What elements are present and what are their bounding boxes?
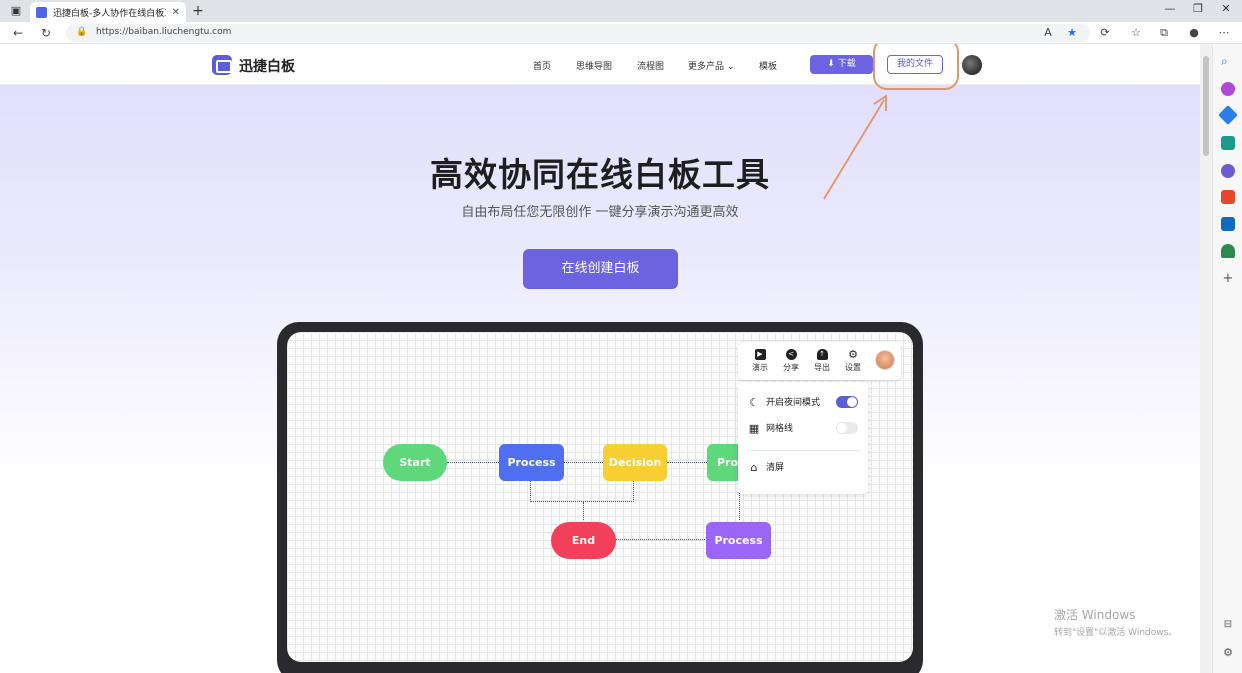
gear-icon: ⚙ — [848, 348, 858, 361]
url-text: https://baiban.liuchengtu.com — [96, 27, 232, 37]
flow-node-process[interactable]: Process — [499, 444, 564, 481]
share-icon: < — [785, 349, 797, 360]
grid-row[interactable]: ▦ 网格线 — [748, 421, 793, 435]
grid-toggle[interactable] — [836, 422, 858, 434]
search-icon[interactable]: ⌕ — [1221, 54, 1235, 68]
watermark-line2: 转到"设置"以激活 Windows。 — [1054, 628, 1178, 638]
close-tab-icon[interactable]: ✕ — [172, 7, 180, 18]
collections-icon[interactable]: ⧉ — [1156, 25, 1172, 41]
broom-icon: ⌂ — [750, 460, 758, 474]
clear-label: 清屏 — [766, 463, 785, 473]
webpage: 迅捷白板 首页 思维导图 流程图 更多产品 ⌄ 模板 ⬇ 下载 我的文件 高效协… — [0, 44, 1200, 673]
night-mode-label: 开启夜间模式 — [766, 398, 821, 408]
gear-icon[interactable]: ⚙ — [1221, 646, 1235, 660]
site-favicon-icon — [36, 6, 47, 18]
lock-icon: 🔒 — [76, 27, 88, 37]
collaborator-avatar[interactable] — [875, 350, 895, 370]
play-icon: ▶ — [754, 349, 766, 360]
scrollbar-thumb[interactable] — [1203, 56, 1209, 156]
share-button[interactable]: < 分享 — [778, 349, 804, 373]
grid-label: 网格线 — [766, 424, 794, 434]
whiteboard-preview-frame: Start Process Decision Proc End Process … — [277, 322, 923, 673]
browser-tab[interactable]: 迅捷白板-多人协作在线白板工具 ✕ — [30, 2, 186, 22]
browser-tab-bar: ▣ 迅捷白板-多人协作在线白板工具 ✕ + — ❐ ✕ — [0, 0, 1242, 22]
settings-dropdown: ☾ 开启夜间模式 ▦ 网格线 ⌂ 清屏 — [738, 382, 868, 494]
address-bar-row: ← ↻ 🔒 https://baiban.liuchengtu.com A ★ … — [0, 22, 1242, 44]
flow-node-start[interactable]: Start — [383, 444, 447, 481]
new-tab-icon[interactable]: + — [190, 2, 206, 20]
flow-node-process[interactable]: Process — [706, 522, 771, 559]
copilot-icon[interactable] — [1221, 82, 1235, 96]
tools-icon[interactable] — [1221, 136, 1235, 150]
games-icon[interactable] — [1221, 164, 1235, 178]
favorites-icon[interactable]: ☆ — [1128, 25, 1144, 41]
settings-button[interactable]: ⚙ 设置 — [840, 349, 866, 373]
connector — [563, 462, 603, 463]
office-icon[interactable] — [1221, 190, 1235, 204]
refresh-icon[interactable]: ↻ — [38, 25, 54, 41]
connector — [447, 462, 501, 463]
page-scrollbar[interactable] — [1200, 44, 1212, 673]
toggle-knob — [837, 423, 847, 433]
settings-label: 设置 — [845, 363, 861, 372]
connector — [530, 480, 634, 502]
maximize-icon[interactable]: ❐ — [1188, 2, 1208, 15]
url-field[interactable]: 🔒 https://baiban.liuchengtu.com — [66, 24, 1090, 42]
connector — [615, 539, 707, 540]
export-label: 导出 — [814, 363, 830, 372]
toggle-knob — [847, 397, 857, 407]
flow-node-decision[interactable]: Decision — [603, 444, 667, 481]
watermark-line1: 激活 Windows — [1054, 608, 1136, 622]
night-mode-toggle[interactable] — [836, 396, 858, 408]
read-aloud-icon[interactable]: A — [1040, 25, 1056, 41]
whiteboard-canvas: Start Process Decision Proc End Process … — [287, 332, 913, 662]
profile-icon[interactable]: ● — [1186, 25, 1202, 41]
tab-actions-icon[interactable]: ▣ — [8, 3, 24, 19]
night-mode-row[interactable]: ☾ 开启夜间模式 — [748, 395, 820, 409]
export-button[interactable]: ↑ 导出 — [809, 349, 835, 373]
extensions-icon[interactable]: ⟳ — [1097, 25, 1113, 41]
add-icon[interactable]: + — [1221, 272, 1235, 286]
back-icon[interactable]: ← — [10, 25, 26, 41]
connector — [667, 462, 707, 463]
whiteboard-toolbar: ▶ 演示 < 分享 ↑ 导出 ⚙ 设置 — [738, 342, 901, 380]
present-button[interactable]: ▶ 演示 — [747, 349, 773, 373]
cloud-upload-icon: ↑ — [816, 349, 828, 360]
hero-title: 高效协同在线白板工具 — [430, 155, 770, 194]
divider — [748, 450, 860, 451]
hero-subtitle: 自由布局任您无限创作 一键分享演示沟通更高效 — [461, 205, 739, 220]
edge-sidebar: ⌕ + ⊟ ⚙ — [1212, 44, 1242, 673]
present-label: 演示 — [752, 363, 768, 372]
windows-activation-watermark: 激活 Windows 转到"设置"以激活 Windows。 — [1054, 606, 1177, 638]
sidebar-panel-icon[interactable]: ⊟ — [1221, 618, 1235, 632]
share-label: 分享 — [783, 363, 799, 372]
connector — [583, 502, 584, 520]
close-window-icon[interactable]: ✕ — [1216, 2, 1236, 15]
moon-icon: ☾ — [749, 395, 759, 409]
create-whiteboard-button[interactable]: 在线创建白板 — [523, 249, 678, 289]
favorite-star-icon[interactable]: ★ — [1064, 25, 1080, 41]
outlook-icon[interactable] — [1221, 217, 1235, 231]
clear-row[interactable]: ⌂ 清屏 — [748, 460, 785, 474]
shopping-tag-icon[interactable] — [1218, 105, 1238, 125]
minimize-icon[interactable]: — — [1160, 2, 1180, 15]
flow-node-end[interactable]: End — [551, 522, 616, 559]
tree-icon[interactable] — [1221, 244, 1235, 258]
more-menu-icon[interactable]: ⋯ — [1216, 25, 1232, 41]
grid-icon: ▦ — [748, 421, 760, 435]
tab-title: 迅捷白板-多人协作在线白板工具 — [53, 8, 166, 19]
